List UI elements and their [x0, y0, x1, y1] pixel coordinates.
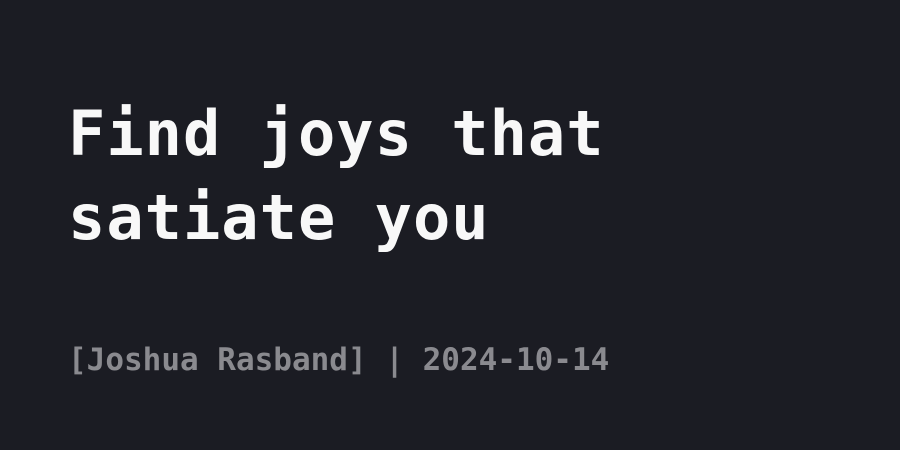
- meta-separator: |: [385, 342, 404, 378]
- post-meta: [Joshua Rasband] | 2024-10-14: [68, 338, 609, 382]
- post-title: Find joys that satiate you: [68, 97, 605, 254]
- author-name: [Joshua Rasband]: [68, 342, 367, 378]
- post-date: 2024-10-14: [422, 342, 610, 378]
- post-card: Find joys that satiate you [Joshua Rasba…: [0, 0, 900, 450]
